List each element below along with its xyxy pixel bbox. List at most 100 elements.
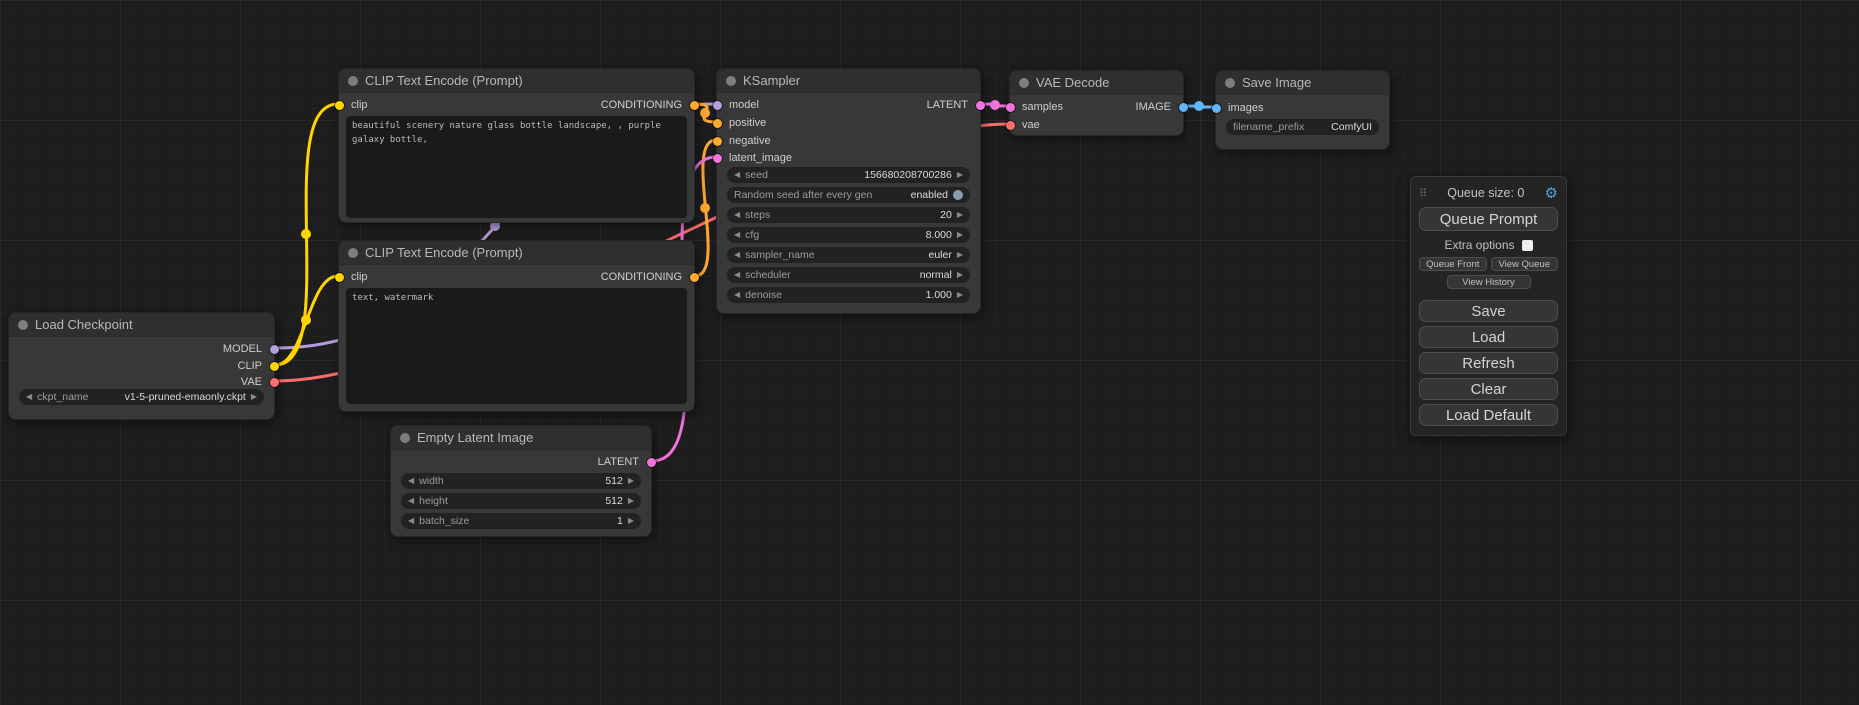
widget-label: sampler_name xyxy=(745,249,814,261)
output-slot-conditioning: CONDITIONING xyxy=(339,97,694,113)
decrement-arrow-icon[interactable]: ◀ xyxy=(734,171,740,179)
node-title-bar[interactable]: KSampler xyxy=(717,69,980,93)
node-ksampler[interactable]: KSampler model LATENT positive negative … xyxy=(716,68,981,314)
node-title: Load Checkpoint xyxy=(35,317,133,332)
widget-cfg[interactable]: ◀ cfg 8.000 ▶ xyxy=(727,227,970,243)
node-title-bar[interactable]: CLIP Text Encode (Prompt) xyxy=(339,241,694,265)
increment-arrow-icon[interactable]: ▶ xyxy=(628,497,634,505)
collapse-dot-icon[interactable] xyxy=(1225,78,1235,88)
node-empty-latent-image[interactable]: Empty Latent Image LATENT ◀ width 512 ▶ … xyxy=(390,425,652,537)
increment-arrow-icon[interactable]: ▶ xyxy=(251,393,257,401)
conditioning-input-port[interactable] xyxy=(713,119,722,128)
widget-value: 1 xyxy=(617,515,623,527)
collapse-dot-icon[interactable] xyxy=(400,433,410,443)
queue-size-label: Queue size: 0 xyxy=(1427,186,1544,200)
increment-arrow-icon[interactable]: ▶ xyxy=(957,291,963,299)
queue-prompt-button[interactable]: Queue Prompt xyxy=(1419,207,1558,231)
collapse-dot-icon[interactable] xyxy=(726,76,736,86)
widget-width[interactable]: ◀ width 512 ▶ xyxy=(401,473,641,489)
output-slot-conditioning: CONDITIONING xyxy=(339,269,694,285)
node-title-bar[interactable]: Load Checkpoint xyxy=(9,313,274,337)
widget-label: Random seed after every gen xyxy=(734,189,872,201)
extra-options-row: Extra options xyxy=(1419,238,1558,252)
latent-output-port[interactable] xyxy=(976,101,985,110)
increment-arrow-icon[interactable]: ▶ xyxy=(957,211,963,219)
view-history-button[interactable]: View History xyxy=(1447,275,1531,289)
model-output-port[interactable] xyxy=(270,345,279,354)
latent-input-port[interactable] xyxy=(713,154,722,163)
widget-seed[interactable]: ◀ seed 156680208700286 ▶ xyxy=(727,167,970,183)
widget-label: steps xyxy=(745,209,770,221)
increment-arrow-icon[interactable]: ▶ xyxy=(957,231,963,239)
panel-spacer xyxy=(1419,289,1558,296)
decrement-arrow-icon[interactable]: ◀ xyxy=(408,497,414,505)
collapse-dot-icon[interactable] xyxy=(348,76,358,86)
node-save-image[interactable]: Save Image images filename_prefix ComfyU… xyxy=(1215,70,1390,150)
refresh-button[interactable]: Refresh xyxy=(1419,352,1558,374)
node-clip-text-encode-negative[interactable]: CLIP Text Encode (Prompt) clip CONDITION… xyxy=(338,240,695,412)
prompt-textarea[interactable]: beautiful scenery nature glass bottle la… xyxy=(346,116,687,218)
clip-output-port[interactable] xyxy=(270,362,279,371)
settings-gear-icon[interactable]: ⚙ xyxy=(1545,186,1558,201)
drag-handle-icon[interactable]: ⠿ xyxy=(1419,187,1427,200)
collapse-dot-icon[interactable] xyxy=(348,248,358,258)
view-queue-button[interactable]: View Queue xyxy=(1491,257,1559,271)
widget-label: width xyxy=(419,475,444,487)
input-slot-negative: negative xyxy=(717,133,980,149)
node-clip-text-encode-positive[interactable]: CLIP Text Encode (Prompt) clip CONDITION… xyxy=(338,68,695,223)
conditioning-output-port[interactable] xyxy=(690,273,699,282)
image-input-port[interactable] xyxy=(1212,104,1221,113)
node-title-bar[interactable]: CLIP Text Encode (Prompt) xyxy=(339,69,694,93)
latent-output-port[interactable] xyxy=(647,458,656,467)
node-vae-decode[interactable]: VAE Decode samples IMAGE vae xyxy=(1009,70,1184,136)
decrement-arrow-icon[interactable]: ◀ xyxy=(734,211,740,219)
slot-label: latent_image xyxy=(729,152,792,164)
widget-ckpt-name[interactable]: ◀ ckpt_name v1-5-pruned-emaonly.ckpt ▶ xyxy=(19,389,264,405)
widget-filename-prefix[interactable]: filename_prefix ComfyUI xyxy=(1226,119,1379,135)
extra-options-checkbox[interactable] xyxy=(1522,240,1533,251)
widget-label: filename_prefix xyxy=(1233,121,1304,133)
node-title-bar[interactable]: VAE Decode xyxy=(1010,71,1183,95)
decrement-arrow-icon[interactable]: ◀ xyxy=(734,251,740,259)
toggle-knob[interactable] xyxy=(953,190,963,200)
queue-panel[interactable]: ⠿ Queue size: 0 ⚙ Queue Prompt Extra opt… xyxy=(1410,176,1567,436)
increment-arrow-icon[interactable]: ▶ xyxy=(957,271,963,279)
widget-label: batch_size xyxy=(419,515,469,527)
decrement-arrow-icon[interactable]: ◀ xyxy=(734,291,740,299)
node-load-checkpoint[interactable]: Load Checkpoint MODEL CLIP VAE ◀ ckpt_na… xyxy=(8,312,275,420)
load-default-button[interactable]: Load Default xyxy=(1419,404,1558,426)
node-title-bar[interactable]: Save Image xyxy=(1216,71,1389,95)
increment-arrow-icon[interactable]: ▶ xyxy=(628,477,634,485)
input-slot-latent-image: latent_image xyxy=(717,150,980,166)
increment-arrow-icon[interactable]: ▶ xyxy=(957,251,963,259)
load-button[interactable]: Load xyxy=(1419,326,1558,348)
link-dot xyxy=(301,315,311,325)
widget-height[interactable]: ◀ height 512 ▶ xyxy=(401,493,641,509)
increment-arrow-icon[interactable]: ▶ xyxy=(957,171,963,179)
widget-denoise[interactable]: ◀ denoise 1.000 ▶ xyxy=(727,287,970,303)
widget-steps[interactable]: ◀ steps 20 ▶ xyxy=(727,207,970,223)
clear-button[interactable]: Clear xyxy=(1419,378,1558,400)
decrement-arrow-icon[interactable]: ◀ xyxy=(734,271,740,279)
widget-random-seed-toggle[interactable]: Random seed after every gen enabled xyxy=(727,187,970,203)
widget-batch-size[interactable]: ◀ batch_size 1 ▶ xyxy=(401,513,641,529)
conditioning-input-port[interactable] xyxy=(713,137,722,146)
decrement-arrow-icon[interactable]: ◀ xyxy=(408,517,414,525)
vae-input-port[interactable] xyxy=(1006,121,1015,130)
collapse-dot-icon[interactable] xyxy=(18,320,28,330)
node-title-bar[interactable]: Empty Latent Image xyxy=(391,426,651,450)
widget-sampler-name[interactable]: ◀ sampler_name euler ▶ xyxy=(727,247,970,263)
collapse-dot-icon[interactable] xyxy=(1019,78,1029,88)
vae-output-port[interactable] xyxy=(270,378,279,387)
conditioning-output-port[interactable] xyxy=(690,101,699,110)
prompt-textarea[interactable]: text, watermark xyxy=(346,288,687,404)
widget-scheduler[interactable]: ◀ scheduler normal ▶ xyxy=(727,267,970,283)
decrement-arrow-icon[interactable]: ◀ xyxy=(734,231,740,239)
queue-front-button[interactable]: Queue Front xyxy=(1419,257,1487,271)
image-output-port[interactable] xyxy=(1179,103,1188,112)
node-graph-canvas[interactable]: Load Checkpoint MODEL CLIP VAE ◀ ckpt_na… xyxy=(0,0,1859,705)
decrement-arrow-icon[interactable]: ◀ xyxy=(408,477,414,485)
increment-arrow-icon[interactable]: ▶ xyxy=(628,517,634,525)
decrement-arrow-icon[interactable]: ◀ xyxy=(26,393,32,401)
save-button[interactable]: Save xyxy=(1419,300,1558,322)
